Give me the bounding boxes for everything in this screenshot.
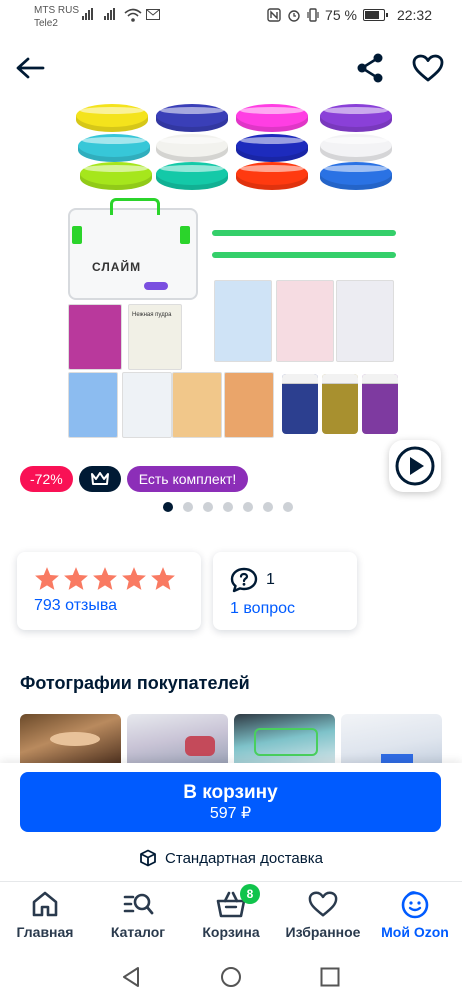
bottom-tab-bar: Главная Каталог 8 Корзина Избранное Мой … — [0, 881, 462, 954]
delivery-info[interactable]: Стандартная доставка — [0, 849, 462, 867]
star-icon — [35, 567, 59, 590]
add-to-cart-panel: В корзину 597 ₽ Стандартная доставка — [0, 763, 462, 881]
pagination-dot[interactable] — [163, 502, 173, 512]
nfc-icon — [267, 8, 281, 22]
tab-favorites-label: Избранное — [285, 924, 361, 940]
sachet-label: Нежная пудра — [132, 312, 172, 318]
heart-outline-icon — [412, 54, 444, 82]
status-right: 75 % 22:32 — [267, 7, 432, 23]
tab-home[interactable]: Главная — [0, 888, 90, 940]
cart-count-badge: 8 — [240, 884, 260, 904]
status-bar: MTS RUS Tele2 75 % 22:32 — [0, 0, 462, 40]
questions-count-row: 1 — [230, 566, 340, 594]
tab-catalog[interactable]: Каталог — [93, 888, 183, 940]
tab-my-ozon[interactable]: Мой Ozon — [370, 888, 460, 940]
reviews-card[interactable]: 793 отзыва — [17, 552, 201, 630]
system-navigation-bar — [0, 953, 462, 1000]
share-button[interactable] — [350, 48, 390, 88]
pagination-dot[interactable] — [243, 502, 253, 512]
pagination-dot[interactable] — [183, 502, 193, 512]
customer-photo[interactable] — [20, 714, 121, 764]
questions-count: 1 — [266, 571, 275, 588]
delivery-label: Стандартная доставка — [165, 849, 323, 867]
signal-2-icon — [104, 8, 115, 20]
product-image-gallery[interactable]: СЛАЙМ Нежная пудра — [0, 96, 462, 488]
tab-home-label: Главная — [16, 924, 74, 940]
star-icon — [122, 567, 146, 590]
price: 597 ₽ — [209, 805, 252, 822]
questions-link[interactable]: 1 вопрос — [230, 600, 340, 618]
reviews-link[interactable]: 793 отзыва — [34, 597, 184, 615]
circle-home-icon[interactable] — [219, 965, 243, 989]
square-recents-icon[interactable] — [318, 965, 342, 989]
discount-badge: -72% — [20, 466, 73, 492]
alarm-icon — [288, 10, 300, 22]
pagination-dot[interactable] — [203, 502, 213, 512]
star-icon — [151, 567, 175, 590]
gallery-pagination — [163, 502, 293, 512]
play-circle-icon — [395, 446, 435, 486]
star-icon — [64, 567, 88, 590]
battery-icon — [362, 9, 388, 21]
star-icon — [93, 567, 117, 590]
video-button[interactable] — [389, 440, 441, 492]
questions-card[interactable]: 1 1 вопрос — [213, 552, 357, 630]
rating-stars — [34, 566, 184, 591]
kit-badge[interactable]: Есть комплект! — [126, 466, 249, 492]
heart-icon — [308, 891, 338, 917]
customer-photo[interactable] — [127, 714, 228, 764]
tab-cart[interactable]: 8 Корзина — [186, 884, 276, 940]
rating-cards: 793 отзыва 1 1 вопрос — [17, 552, 357, 630]
pagination-dot[interactable] — [223, 502, 233, 512]
favorite-button[interactable] — [408, 48, 448, 88]
signal-icon — [82, 8, 93, 20]
mail-icon — [146, 9, 160, 20]
tab-catalog-label: Каталог — [110, 924, 166, 940]
box-label: СЛАЙМ — [92, 260, 142, 274]
add-to-cart-button[interactable]: В корзину 597 ₽ — [20, 772, 441, 832]
arrow-left-icon — [16, 57, 45, 79]
battery-percent: 75 % — [325, 7, 357, 23]
product-image: СЛАЙМ Нежная пудра — [64, 100, 404, 438]
carrier-2: Tele2 — [34, 18, 58, 29]
smile-icon — [401, 891, 429, 919]
product-badges: -72% Есть комплект! — [20, 466, 249, 492]
pagination-dot[interactable] — [283, 502, 293, 512]
add-to-cart-label: В корзину — [183, 782, 278, 803]
triangle-back-icon[interactable] — [119, 965, 143, 989]
customer-photo[interactable] — [341, 714, 442, 764]
tab-cart-label: Корзина — [202, 924, 260, 940]
share-icon — [357, 53, 383, 83]
customer-photos-title: Фотографии покупателей — [20, 673, 250, 693]
back-button[interactable] — [10, 48, 50, 88]
wifi-icon — [124, 8, 142, 22]
customer-photo[interactable] — [234, 714, 335, 764]
tab-my-ozon-label: Мой Ozon — [381, 924, 449, 940]
home-icon — [32, 891, 58, 917]
box-icon — [140, 849, 156, 867]
crown-icon — [90, 472, 109, 485]
question-bubble-icon — [230, 567, 258, 593]
product-top-bar — [0, 40, 462, 96]
catalog-search-icon — [123, 893, 154, 915]
customer-photos-strip — [20, 714, 442, 764]
pagination-dot[interactable] — [263, 502, 273, 512]
tab-favorites[interactable]: Избранное — [278, 888, 368, 940]
clock: 22:32 — [396, 7, 432, 23]
carrier-1: MTS RUS — [34, 5, 79, 16]
vibrate-icon — [307, 8, 319, 22]
premium-badge — [78, 466, 121, 492]
